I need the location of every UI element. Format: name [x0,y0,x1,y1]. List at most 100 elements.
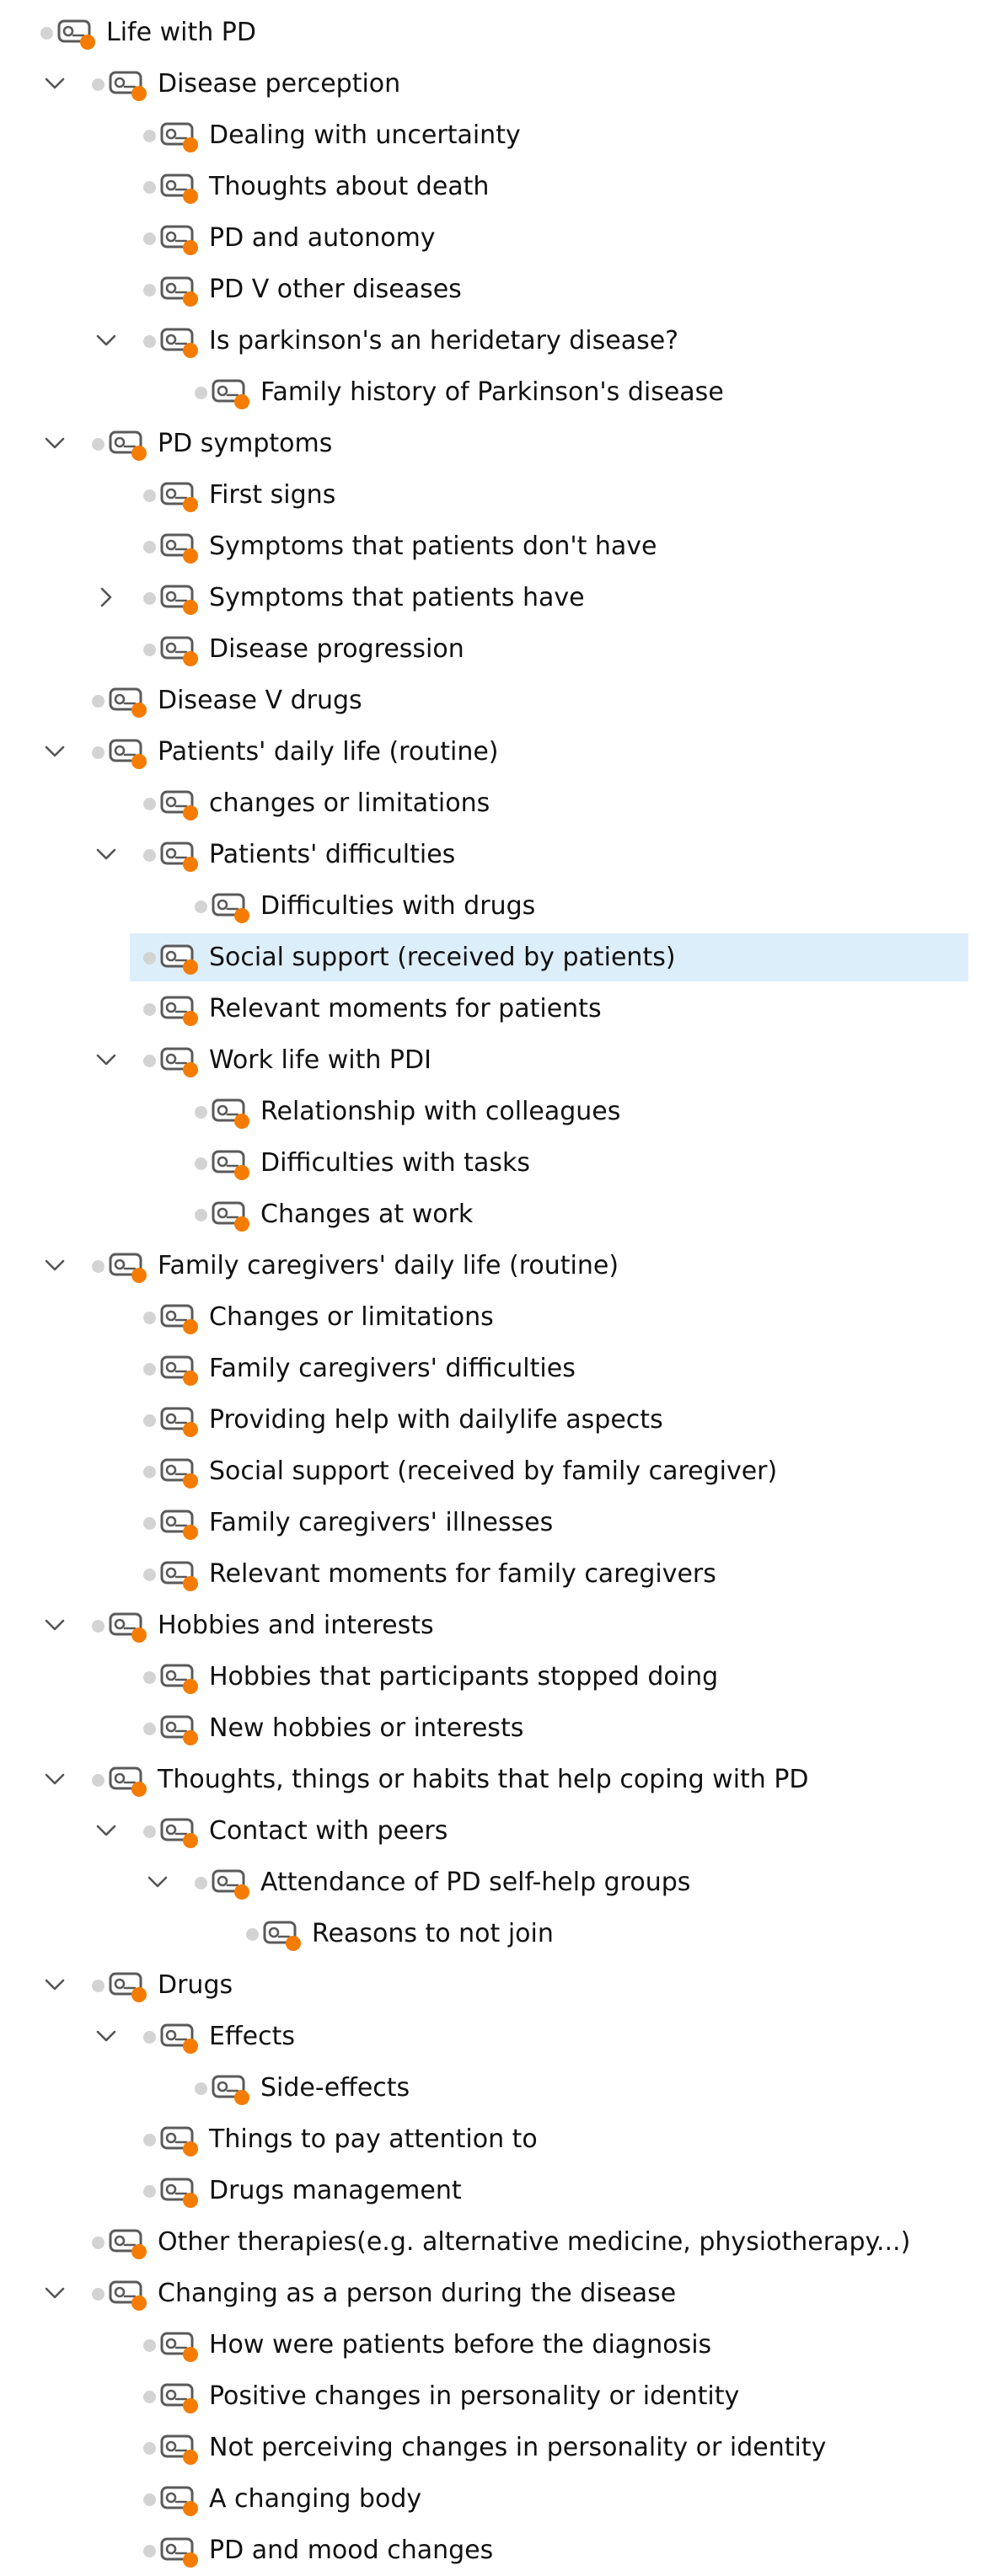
status-dot-icon [143,1414,156,1427]
status-dot-icon [143,1312,156,1324]
code-tag-icon [109,738,151,772]
tree-item-label: Contact with peers [209,1816,448,1846]
tree-row[interactable]: Not perceiving changes in personality or… [0,2422,997,2473]
tree-row[interactable]: Family caregivers' daily life (routine) [0,1240,997,1291]
tree-row[interactable]: Effects [0,2011,997,2062]
chevron-down-icon[interactable] [43,431,67,455]
tree-item-label: PD and mood changes [209,2536,494,2565]
tree-row[interactable]: PD and autonomy [0,212,997,264]
tree-row[interactable]: How were patients before the diagnosis [0,2319,997,2370]
tree-row[interactable]: Other therapies(e.g. alternative medicin… [0,2216,997,2268]
tree-row[interactable]: Difficulties with drugs [0,880,997,932]
tree-row[interactable]: Disease progression [0,623,997,675]
tree-row[interactable]: Hobbies that participants stopped doing [0,1651,997,1702]
status-dot-icon [92,1620,105,1633]
code-tag-icon [160,1663,202,1697]
chevron-down-icon[interactable] [43,1613,67,1637]
tree-row[interactable]: First signs [0,469,997,521]
tree-row[interactable]: Relevant moments for family caregivers [0,1548,997,1600]
tree-row[interactable]: Symptoms that patients have [0,572,997,623]
code-tag-icon [160,1303,202,1337]
tree-row[interactable]: New hobbies or interests [0,1702,997,1754]
tree-row[interactable]: Patients' daily life (routine) [0,726,997,778]
chevron-down-icon[interactable] [43,1767,67,1791]
status-dot-icon [92,1774,105,1787]
status-dot-icon [143,1003,156,1016]
tree-row[interactable]: Life with PD [0,7,997,58]
tree-row[interactable]: Dealing with uncertainty [0,110,997,161]
tree-row[interactable]: Family history of Parkinson's disease [0,366,997,418]
code-tag-icon [160,1457,202,1491]
code-tag-icon [160,1560,202,1594]
tree-row[interactable]: Drugs [0,1959,997,2011]
tree-row[interactable]: Disease perception [0,58,997,110]
chevron-down-icon[interactable] [94,1048,118,1072]
tree-row[interactable]: Drugs management [0,2165,997,2216]
tree-item-label: Difficulties with tasks [260,1148,530,1178]
chevron-down-icon[interactable] [94,2024,118,2048]
tree-row[interactable]: Symptoms that patients don't have [0,521,997,572]
tree-row[interactable]: Relevant moments for patients [0,983,997,1034]
code-tag-icon [160,1406,202,1440]
chevron-down-icon[interactable] [94,1819,118,1842]
tree-item-label: Side-effects [260,2073,410,2103]
chevron-down-icon[interactable] [43,740,67,763]
chevron-down-icon[interactable] [43,72,67,95]
tree-row[interactable]: Family caregivers' illnesses [0,1497,997,1548]
tree-row[interactable]: Is parkinson's an heridetary disease? [0,315,997,366]
tree-row[interactable]: Attendance of PD self-help groups [0,1857,997,1908]
tree-row[interactable]: Social support (received by patients) [0,932,997,983]
tree-item-label: Changes at work [260,1200,474,1229]
chevron-down-icon[interactable] [94,329,118,352]
tree-row[interactable]: Changes or limitations [0,1291,997,1343]
tree-row[interactable]: Changes at work [0,1189,997,1240]
tree-item-label: New hobbies or interests [209,1713,524,1743]
tree-item-label: Changes or limitations [209,1302,494,1332]
chevron-down-icon[interactable] [43,2281,67,2305]
tree-row[interactable]: Things to pay attention to [0,2114,997,2165]
tree-row[interactable]: Disease V drugs [0,675,997,726]
tree-row[interactable]: changes or limitations [0,778,997,829]
status-dot-icon [92,695,105,708]
code-tag-icon [160,2177,202,2210]
tree-item-label: Patients' daily life (routine) [158,737,499,767]
tree-row[interactable]: Contact with peers [0,1805,997,1857]
code-tag-icon [160,481,202,515]
status-dot-icon [92,1980,105,1992]
status-dot-icon [195,2082,207,2095]
tree-item-label: Family caregivers' daily life (routine) [158,1251,619,1280]
tree-row[interactable]: Thoughts, things or habits that help cop… [0,1754,997,1805]
code-tag-icon [160,2023,202,2056]
tree-row[interactable]: Social support (received by family careg… [0,1446,997,1497]
tree-row[interactable]: PD V other diseases [0,264,997,315]
chevron-right-icon[interactable] [94,585,118,609]
tree-row[interactable]: Thoughts about death [0,161,997,212]
tree-item-label: PD V other diseases [209,275,462,304]
tree-row[interactable]: Providing help with dailylife aspects [0,1394,997,1446]
tree-row[interactable]: PD symptoms [0,418,997,469]
tree-row[interactable]: Changing as a person during the disease [0,2268,997,2319]
chevron-down-icon[interactable] [43,1973,67,1996]
tree-row[interactable]: Relationship with colleagues [0,1086,997,1137]
chevron-down-icon[interactable] [43,1253,67,1277]
tree-row[interactable]: Family caregivers' difficulties [0,1343,997,1394]
tree-row[interactable]: Hobbies and interests [0,1600,997,1651]
tree-row[interactable]: Positive changes in personality or ident… [0,2370,997,2422]
status-dot-icon [92,2237,105,2249]
tree-row[interactable]: Patients' difficulties [0,829,997,880]
chevron-down-icon[interactable] [146,1870,169,1894]
tree-row[interactable]: Reasons to not join [0,1908,997,1959]
tree-row[interactable]: PD and mood changes [0,2525,997,2576]
tree-row[interactable]: A changing body [0,2473,997,2525]
status-dot-icon [195,1209,207,1221]
code-tag-icon [109,2279,151,2313]
tree-item-label: Social support (received by patients) [209,943,676,972]
tree-row[interactable]: Work life with PDI [0,1034,997,1086]
tree-row[interactable]: Difficulties with tasks [0,1137,997,1189]
tree-item-label: Hobbies that participants stopped doing [209,1662,719,1692]
chevron-down-icon[interactable] [94,842,118,866]
code-tag-icon [160,995,202,1029]
tree-row[interactable]: Side-effects [0,2062,997,2114]
code-tag-icon [160,2485,202,2519]
status-dot-icon [143,489,156,502]
